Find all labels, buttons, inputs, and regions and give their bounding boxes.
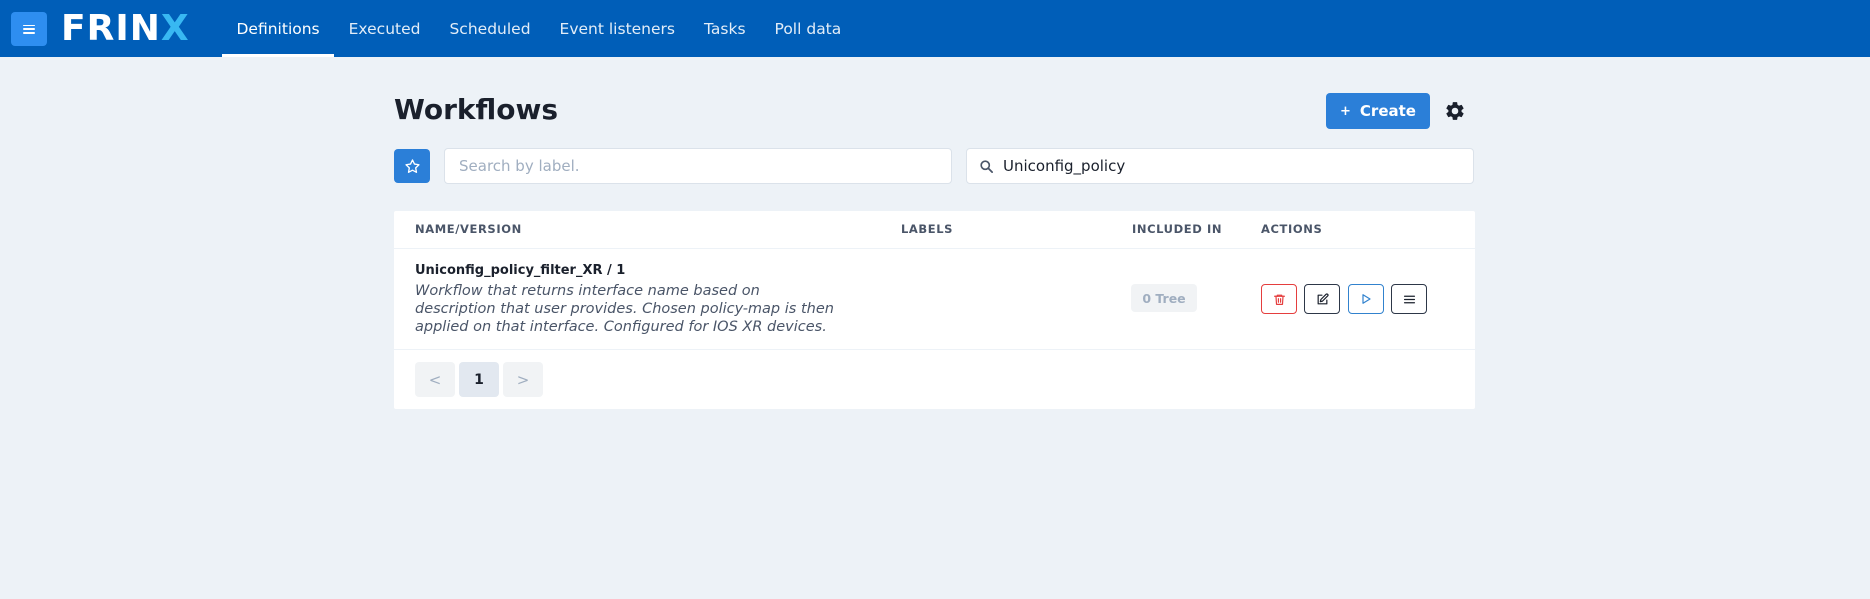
row-divider (394, 349, 1475, 350)
included-in-tree-badge[interactable]: 0 Tree (1131, 284, 1197, 312)
menu-icon (1403, 295, 1415, 303)
play-icon (1362, 294, 1371, 304)
trash-icon (1273, 294, 1285, 305)
edit-icon (1317, 292, 1329, 304)
column-header-labels: LABELS (901, 222, 954, 236)
tab-event-listeners[interactable]: Event listeners (545, 0, 689, 57)
header-divider (394, 248, 1475, 249)
hamburger-icon (23, 24, 35, 34)
workflow-description: Workflow that returns interface name bas… (415, 283, 834, 335)
pagination-next-button[interactable]: > (503, 362, 543, 397)
gear-icon[interactable] (1444, 100, 1466, 122)
favourites-filter-button[interactable] (394, 149, 430, 183)
nav-tabs: Definitions Executed Scheduled Event lis… (222, 0, 856, 57)
tab-poll-data[interactable]: Poll data (760, 0, 856, 57)
workflow-name: Uniconfig_policy_filter_XR / 1 (415, 263, 626, 278)
column-header-included-in: INCLUDED IN (1132, 222, 1223, 236)
column-header-actions: ACTIONS (1261, 222, 1323, 236)
more-options-button[interactable] (1391, 284, 1427, 314)
tab-executed[interactable]: Executed (334, 0, 435, 57)
create-workflow-button[interactable]: + Create (1326, 93, 1430, 129)
delete-button[interactable] (1261, 284, 1297, 314)
hamburger-menu-button[interactable] (11, 12, 47, 46)
create-button-label: Create (1359, 102, 1416, 120)
pagination-prev-button[interactable]: < (415, 362, 455, 397)
pagination-page-1[interactable]: 1 (459, 362, 499, 397)
column-header-name-version[interactable]: NAME/VERSION (415, 222, 522, 236)
label-search-input[interactable] (444, 148, 952, 184)
tab-definitions[interactable]: Definitions (222, 0, 335, 57)
edit-button[interactable] (1304, 284, 1340, 314)
tab-tasks[interactable]: Tasks (690, 0, 761, 57)
execute-button[interactable] (1348, 284, 1384, 314)
name-search-field[interactable] (966, 148, 1474, 184)
page-title: Workflows (394, 93, 559, 126)
name-search-input[interactable] (1003, 149, 1463, 183)
plus-icon: + (1340, 103, 1351, 119)
star-icon (404, 158, 420, 173)
tab-scheduled[interactable]: Scheduled (435, 0, 545, 57)
frinx-logo[interactable]: FRIN X (61, 8, 190, 49)
workflows-table: NAME/VERSION LABELS INCLUDED IN ACTIONS … (394, 211, 1475, 409)
top-navbar: FRIN X Definitions Executed Scheduled Eve… (0, 0, 1870, 57)
search-icon (980, 160, 993, 173)
